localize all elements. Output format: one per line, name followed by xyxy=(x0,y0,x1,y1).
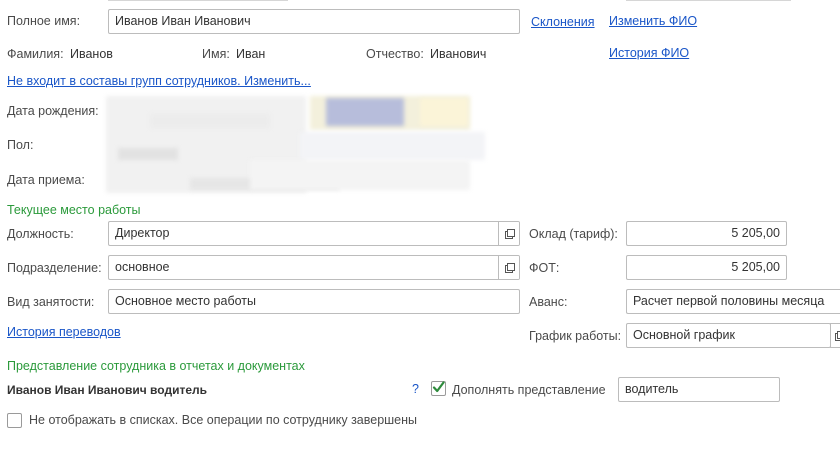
open-form-icon xyxy=(504,228,515,239)
full-name-value: Иванов Иван Иванович xyxy=(115,14,251,28)
change-fio-link[interactable]: Изменить ФИО xyxy=(609,14,697,28)
salary-value: 5 205,00 xyxy=(731,226,780,240)
position-input[interactable]: Директор xyxy=(108,221,520,246)
supplement-checkbox[interactable] xyxy=(431,381,446,396)
supplement-input[interactable]: водитель xyxy=(618,377,780,402)
supplement-label[interactable]: Дополнять представление xyxy=(452,383,606,397)
department-input[interactable]: основное xyxy=(108,255,520,280)
position-open-button[interactable] xyxy=(498,222,519,245)
employment-type-label: Вид занятости: xyxy=(7,295,95,309)
display-name: Иванов Иван Иванович водитель xyxy=(7,383,207,397)
top-border-right xyxy=(626,0,791,1)
help-mark[interactable]: ? xyxy=(412,382,419,396)
gender-label: Пол: xyxy=(7,138,34,152)
department-value: основное xyxy=(115,260,170,274)
surname-label: Фамилия: xyxy=(7,47,64,61)
fio-history-link[interactable]: История ФИО xyxy=(609,46,689,60)
hire-date-label: Дата приема: xyxy=(7,173,85,187)
name-label: Имя: xyxy=(202,47,230,61)
birth-date-label: Дата рождения: xyxy=(7,104,99,118)
surname-value: Иванов xyxy=(70,47,113,61)
top-border-left xyxy=(108,0,288,1)
workplace-section-title: Текущее место работы xyxy=(7,203,141,217)
advance-input[interactable]: Расчет первой половины месяца xyxy=(626,289,840,314)
employment-type-input[interactable]: Основное место работы xyxy=(108,289,520,314)
supplement-value: водитель xyxy=(625,382,679,396)
payroll-label: ФОТ: xyxy=(529,261,560,275)
position-value: Директор xyxy=(115,226,170,240)
schedule-open-button[interactable] xyxy=(830,323,840,348)
open-form-icon xyxy=(504,262,515,273)
employment-type-value: Основное место работы xyxy=(115,294,257,308)
transfer-history-link[interactable]: История переводов xyxy=(7,325,121,339)
salary-label: Оклад (тариф): xyxy=(529,227,618,241)
full-name-input[interactable]: Иванов Иван Иванович xyxy=(108,9,520,34)
full-name-label: Полное имя: xyxy=(7,14,81,28)
schedule-label: График работы: xyxy=(529,329,622,343)
patronymic-value: Иванович xyxy=(430,47,487,61)
advance-label: Аванс: xyxy=(529,295,568,309)
department-open-button[interactable] xyxy=(498,256,519,279)
patronymic-label: Отчество: xyxy=(366,47,424,61)
salary-input[interactable]: 5 205,00 xyxy=(626,221,787,246)
hide-in-lists-label[interactable]: Не отображать в списках. Все операции по… xyxy=(29,413,417,427)
schedule-value: Основной график xyxy=(633,328,735,342)
presentation-section-title: Представление сотрудника в отчетах и док… xyxy=(7,359,305,373)
hide-in-lists-checkbox[interactable] xyxy=(7,413,22,428)
payroll-input[interactable]: 5 205,00 xyxy=(626,255,787,280)
declensions-link[interactable]: Склонения xyxy=(531,15,595,29)
department-label: Подразделение: xyxy=(7,261,102,275)
name-value: Иван xyxy=(236,47,266,61)
checkmark-icon xyxy=(432,381,445,393)
position-label: Должность: xyxy=(7,227,74,241)
payroll-value: 5 205,00 xyxy=(731,260,780,274)
schedule-input[interactable]: Основной график xyxy=(626,323,831,348)
advance-value: Расчет первой половины месяца xyxy=(633,294,825,308)
groups-link[interactable]: Не входит в составы групп сотрудников. И… xyxy=(7,74,311,88)
open-form-icon xyxy=(835,331,840,341)
